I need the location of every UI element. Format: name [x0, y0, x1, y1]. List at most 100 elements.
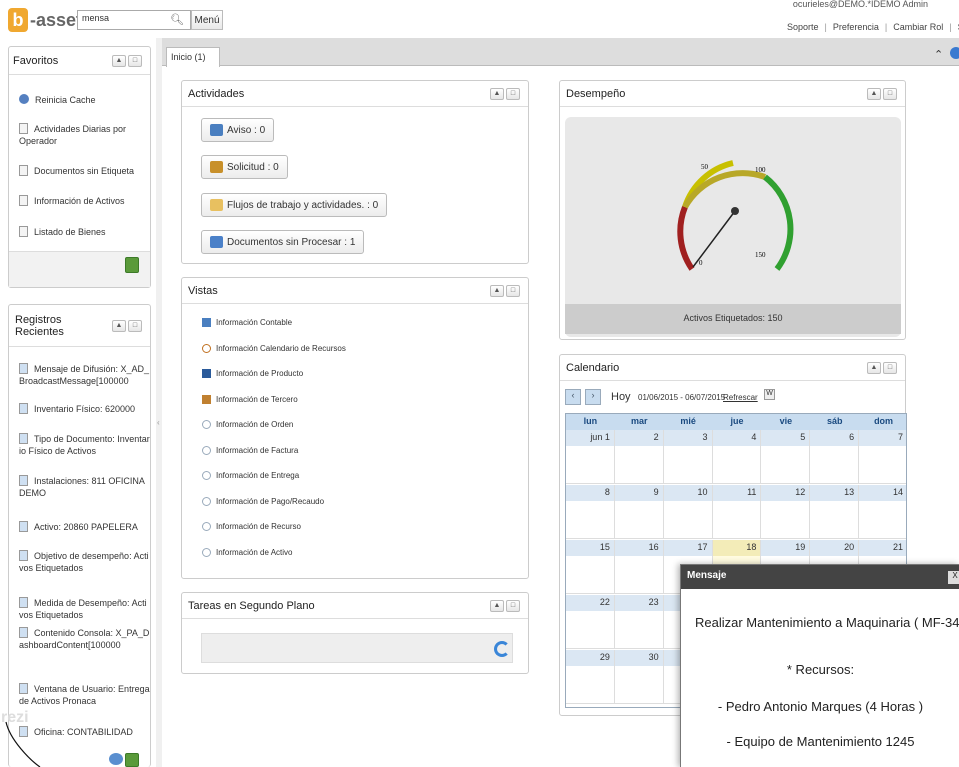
calendar-day[interactable]: 8	[566, 485, 615, 539]
recent-item[interactable]: Mensaje de Difusión: X_AD_BroadcastMessa…	[19, 363, 151, 387]
recent-item[interactable]: Medida de Desempeño: Activos Etiquetados	[19, 597, 151, 621]
maximize-button[interactable]: □	[506, 599, 520, 612]
vista-item[interactable]: Información de Orden	[202, 420, 293, 429]
gauge: 0 50 100 150	[677, 160, 794, 271]
recientes-title: Registros Recientes	[15, 313, 64, 338]
trash-icon[interactable]	[125, 753, 139, 767]
weekday-label: jue	[730, 416, 744, 426]
calendar-icon[interactable]: W	[764, 389, 775, 400]
tab-bar	[162, 38, 959, 66]
collapse-all-icon[interactable]: ⌃	[934, 48, 943, 61]
vista-item[interactable]: Información Calendario de Recursos	[202, 343, 346, 353]
link-soporte[interactable]: Soporte	[787, 22, 819, 32]
refresh-icon[interactable]	[494, 641, 510, 657]
weekday-label: vie	[779, 416, 793, 426]
close-button[interactable]: X	[948, 571, 959, 584]
recent-item[interactable]: Contenido Consola: X_PA_DashboardContent…	[19, 627, 151, 651]
calendar-day[interactable]: 5	[761, 430, 811, 484]
link-cambiar-rol[interactable]: Cambiar Rol	[893, 22, 943, 32]
notice-icon	[210, 124, 223, 136]
next-button[interactable]: ›	[585, 389, 601, 405]
help-icon[interactable]	[950, 47, 959, 59]
vista-item[interactable]: Información de Recurso	[202, 522, 301, 531]
today-button[interactable]: Hoy	[611, 391, 631, 403]
refresh-link[interactable]: Refrescar	[723, 393, 758, 402]
logo[interactable]: b -asset	[8, 6, 82, 34]
recent-item[interactable]: Instalaciones: 811 OFICINA DEMO	[19, 475, 151, 499]
calendar-day[interactable]: 15	[566, 540, 615, 594]
weekday-label: mié	[680, 416, 696, 426]
menu-button[interactable]: Menú	[191, 10, 223, 30]
flujos-button[interactable]: Flujos de trabajo y actividades. : 0	[201, 193, 388, 217]
calendar-day[interactable]: 22	[566, 595, 615, 649]
calendar-day[interactable]: 23	[614, 595, 664, 649]
calendar-day[interactable]: 2	[614, 430, 664, 484]
recent-item[interactable]: Tipo de Documento: Inventario Físico de …	[19, 433, 151, 457]
calendar-day[interactable]: 10	[663, 485, 713, 539]
maximize-button[interactable]: □	[506, 284, 520, 297]
calendar-day[interactable]: jun 1	[566, 430, 615, 484]
recent-item[interactable]: Ventana de Usuario: Entrega de Activos P…	[19, 683, 151, 707]
vista-item[interactable]: Información de Factura	[202, 445, 298, 455]
user-info: ocurieles@DEMO.*IDEMO Admin	[792, 0, 928, 8]
tareas-header: Tareas en Segundo Plano ▲ □	[182, 593, 528, 619]
calendar-day[interactable]: 3	[663, 430, 713, 484]
tareas-body	[201, 633, 513, 663]
weekday-label: mar	[631, 416, 648, 426]
calendar-day[interactable]: 13	[810, 485, 860, 539]
recent-item[interactable]: Activo: 20860 PAPELERA	[19, 521, 151, 533]
maximize-button[interactable]: □	[883, 87, 897, 100]
trash-icon[interactable]	[125, 257, 139, 273]
splitter[interactable]: ‹	[156, 38, 162, 767]
calendar-day[interactable]: 14	[859, 485, 906, 539]
search-icon[interactable]: 🔍︎	[170, 13, 184, 26]
maximize-button[interactable]: □	[128, 319, 142, 332]
fav-item[interactable]: Documentos sin Etiqueta	[19, 165, 147, 177]
maximize-button[interactable]: □	[506, 87, 520, 100]
calendar-day[interactable]: 16	[614, 540, 664, 594]
recent-item[interactable]: Inventario Físico: 620000	[19, 403, 151, 415]
vista-item[interactable]: Información de Activo	[202, 547, 292, 557]
documentos-button[interactable]: Documentos sin Procesar : 1	[201, 230, 365, 254]
collapse-button[interactable]: ▲	[867, 87, 881, 100]
mensaje-line: - Pedro Antonio Marques (4 Horas )	[717, 699, 924, 714]
collapse-button[interactable]: ▲	[112, 319, 126, 332]
prev-button[interactable]: ‹	[565, 389, 581, 405]
calendar-day[interactable]: 11	[712, 485, 762, 539]
aviso-button[interactable]: Aviso : 0	[201, 118, 275, 142]
recent-item[interactable]: Objetivo de desempeño: Activos Etiquetad…	[19, 550, 151, 574]
calendar-day[interactable]: 29	[566, 650, 615, 704]
collapse-button[interactable]: ▲	[490, 87, 504, 100]
gauge-hub	[731, 207, 739, 215]
maximize-button[interactable]: □	[883, 361, 897, 374]
fav-item[interactable]: Información de Activos	[19, 195, 147, 207]
calendar-day[interactable]: 7	[859, 430, 906, 484]
solicitud-button[interactable]: Solicitud : 0	[201, 155, 288, 179]
gauge-tick-100: 100	[755, 166, 766, 174]
collapse-button[interactable]: ▲	[112, 54, 126, 67]
calendar-day[interactable]: 6	[810, 430, 860, 484]
collapse-button[interactable]: ▲	[867, 361, 881, 374]
calendar-day[interactable]: 4	[712, 430, 762, 484]
refresh-icon[interactable]	[109, 753, 123, 765]
vista-item[interactable]: Información de Entrega	[202, 471, 299, 480]
vista-item[interactable]: Información de Pago/Recaudo	[202, 496, 324, 506]
box-icon	[202, 369, 211, 378]
vista-item[interactable]: Información de Tercero	[202, 394, 298, 404]
collapse-button[interactable]: ▲	[490, 284, 504, 297]
vista-item[interactable]: Información Contable	[202, 318, 292, 327]
tab-inicio[interactable]: Inicio (1)	[166, 47, 220, 67]
calendar-day[interactable]: 30	[614, 650, 664, 704]
actividades-title: Actividades	[188, 87, 245, 100]
desempeno-portlet: Desempeño ▲ □ 0 50 100 150 Activos Etique…	[559, 80, 906, 340]
vista-item[interactable]: Información de Producto	[202, 369, 303, 378]
fav-item[interactable]: Actividades Diarias por Operador	[19, 123, 147, 147]
calendar-day[interactable]: 9	[614, 485, 664, 539]
maximize-button[interactable]: □	[128, 54, 142, 67]
collapse-button[interactable]: ▲	[490, 599, 504, 612]
fav-item[interactable]: Reinicia Cache	[19, 94, 147, 106]
calendar-day[interactable]: 12	[761, 485, 811, 539]
fav-item[interactable]: Listado de Bienes	[19, 226, 147, 238]
tareas-portlet: Tareas en Segundo Plano ▲ □	[181, 592, 529, 674]
link-preferencia[interactable]: Preferencia	[833, 22, 879, 32]
